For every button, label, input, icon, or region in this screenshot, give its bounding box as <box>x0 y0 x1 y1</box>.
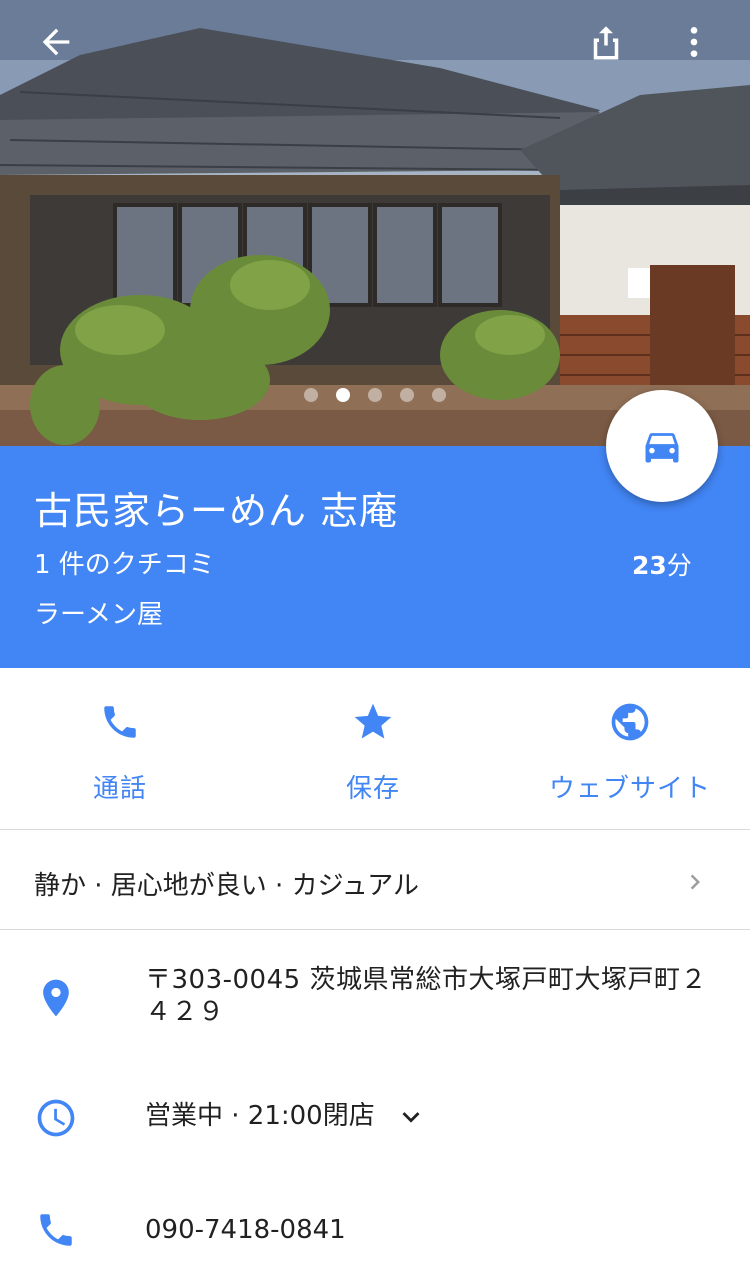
address-line1: 〒303-0045 茨城県常総市大塚戸町大塚戸町２ <box>145 965 707 995</box>
more-options-button[interactable] <box>670 18 718 66</box>
call-label: 通話 <box>92 774 147 804</box>
carousel-indicator <box>304 388 446 402</box>
action-bar: 通話 保存 ウェブサイト <box>0 668 750 830</box>
chevron-right-icon <box>690 874 700 890</box>
address-line2: ４２９ <box>145 997 225 1027</box>
arrow-back-icon <box>42 28 70 56</box>
carousel-dot[interactable] <box>304 388 318 402</box>
place-photo[interactable] <box>0 0 750 446</box>
car-icon <box>645 433 679 463</box>
drive-time: 23分 <box>632 546 692 582</box>
drive-time-value: 23 <box>632 551 667 580</box>
expand-hours-icon[interactable] <box>394 1100 428 1134</box>
phone-row[interactable]: 090-7418-0841 <box>0 1204 750 1260</box>
phone-icon <box>96 698 144 746</box>
carousel-dot[interactable] <box>400 388 414 402</box>
hours-row[interactable]: 営業中 · 21:00閉店 <box>0 1090 750 1146</box>
carousel-dot[interactable] <box>432 388 446 402</box>
place-category: ラーメン屋 <box>34 600 163 630</box>
directions-fab[interactable] <box>606 390 718 502</box>
address-row[interactable]: 〒303-0045 茨城県常総市大塚戸町大塚戸町２ ４２９ <box>0 960 750 1040</box>
globe-icon <box>606 698 654 746</box>
carousel-dot[interactable] <box>368 388 382 402</box>
star-icon <box>349 698 397 746</box>
website-label: ウェブサイト <box>548 774 711 804</box>
carousel-dot-active[interactable] <box>336 388 350 402</box>
hours-text: 営業中 · 21:00閉店 <box>145 1101 375 1131</box>
save-button[interactable]: 保存 <box>253 698 493 808</box>
call-button[interactable]: 通話 <box>0 698 240 808</box>
share-button[interactable] <box>582 18 630 66</box>
clock-icon <box>32 1094 80 1142</box>
attributes-text: 静か · 居心地が良い · カジュアル <box>34 871 419 901</box>
save-label: 保存 <box>345 774 400 804</box>
attributes-row[interactable]: 静か · 居心地が良い · カジュアル <box>0 831 750 930</box>
photo-illustration <box>0 0 750 446</box>
more-vert-icon <box>690 27 698 57</box>
address-text: 〒303-0045 茨城県常総市大塚戸町大塚戸町２ ４２９ <box>145 964 707 1028</box>
place-name: 古民家らーめん 志庵 <box>34 489 399 533</box>
drive-time-unit: 分 <box>666 551 692 580</box>
share-icon <box>593 26 619 60</box>
website-button[interactable]: ウェブサイト <box>510 698 750 808</box>
review-count-link[interactable]: 1 件のクチコミ <box>34 544 215 581</box>
back-button[interactable] <box>32 18 80 66</box>
location-pin-icon <box>32 974 80 1022</box>
phone-icon <box>32 1206 80 1254</box>
phone-number: 090-7418-0841 <box>145 1215 346 1245</box>
